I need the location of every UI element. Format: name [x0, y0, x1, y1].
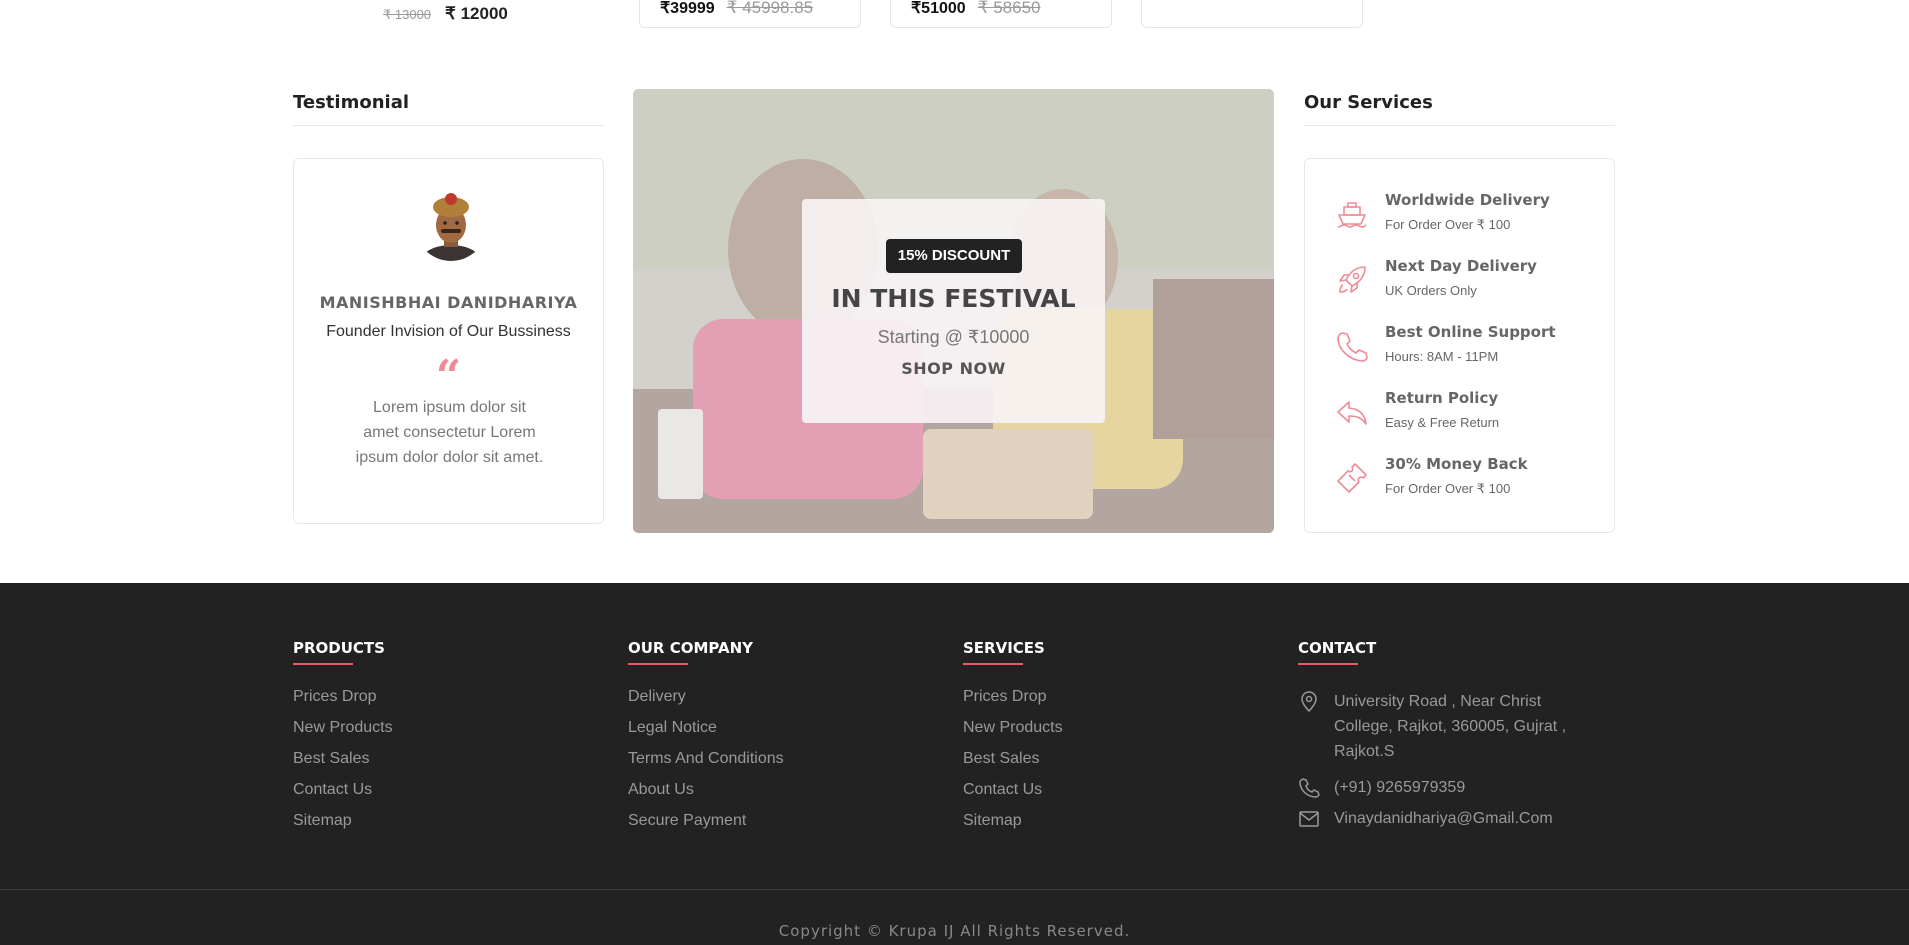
service-title: 30% Money Back: [1385, 455, 1528, 473]
footer-link-legal-notice[interactable]: Legal Notice: [628, 718, 784, 749]
location-pin-icon: [1298, 691, 1320, 713]
service-title: Return Policy: [1385, 389, 1499, 407]
ticket-icon: [1335, 461, 1369, 495]
new-price: ₹ 12000: [445, 4, 508, 23]
service-subtitle: Easy & Free Return: [1385, 415, 1500, 430]
testimonial-text: Lorem ipsum dolor sit amet consectetur L…: [355, 399, 544, 466]
service-title: Best Online Support: [1385, 323, 1556, 341]
service-item-online-support: Best Online Support Hours: 8AM - 11PM: [1335, 323, 1595, 373]
service-subtitle: Hours: 8AM - 11PM: [1385, 349, 1499, 364]
product-card-4[interactable]: [1141, 0, 1363, 28]
service-title: Worldwide Delivery: [1385, 191, 1550, 209]
old-price: ₹ 13000: [383, 7, 432, 22]
banner-subtitle: Starting @ ₹10000: [877, 327, 1030, 347]
title-underline: [963, 663, 1023, 665]
testimonial-divider: [293, 125, 604, 126]
footer-link-new-products[interactable]: New Products: [963, 718, 1063, 749]
services-heading: Our Services: [1304, 92, 1433, 113]
phone-icon: [1335, 329, 1369, 363]
quote-icon: “: [435, 351, 462, 402]
title-underline: [628, 663, 688, 665]
footer-link-delivery[interactable]: Delivery: [628, 687, 784, 718]
footer-services-links: Prices Drop New Products Best Sales Cont…: [963, 687, 1063, 842]
phone-icon: [1298, 777, 1320, 799]
title-underline: [1298, 663, 1358, 665]
testimonial-role: Founder Invision of Our Bussiness: [326, 323, 571, 340]
service-title: Next Day Delivery: [1385, 257, 1537, 275]
copyright-text: Copyright © Krupa IJ All Rights Reserved…: [778, 922, 1131, 940]
contact-address-text: University Road , Near Christ College, R…: [1334, 693, 1567, 760]
banner-title: IN THIS FESTIVAL: [831, 284, 1076, 313]
footer-services-title: SERVICES: [963, 639, 1045, 657]
footer-link-prices-drop[interactable]: Prices Drop: [963, 687, 1063, 718]
new-price: ₹51000: [911, 0, 966, 17]
footer-link-best-sales[interactable]: Best Sales: [963, 749, 1063, 780]
old-price: ₹ 58650: [977, 0, 1041, 17]
shop-now-link[interactable]: SHOP NOW: [802, 359, 1105, 378]
product-price-strip: ₹ 13000 ₹ 12000 ₹39999 ₹ 45998.85 ₹51000…: [0, 0, 1909, 30]
footer-contact-title: CONTACT: [1298, 639, 1377, 657]
festival-banner[interactable]: 15% DISCOUNT IN THIS FESTIVAL Starting @…: [633, 89, 1274, 533]
contact-phone-text: (+91) 9265979359: [1334, 779, 1466, 796]
title-underline: [293, 663, 353, 665]
service-item-next-day-delivery: Next Day Delivery UK Orders Only: [1335, 257, 1595, 307]
mail-icon: [1298, 808, 1320, 830]
service-subtitle: For Order Over ₹ 100: [1385, 217, 1511, 232]
contact-email-text: Vinaydanidhariya@Gmail.Com: [1334, 810, 1553, 827]
product-price-1: ₹ 13000 ₹ 12000: [383, 4, 508, 24]
testimonial-heading: Testimonial: [293, 92, 410, 113]
services-card: Worldwide Delivery For Order Over ₹ 100 …: [1304, 158, 1615, 533]
services-divider: [1304, 125, 1615, 126]
footer-link-contact-us[interactable]: Contact Us: [293, 780, 393, 811]
footer-company-column: OUR COMPANY Delivery Legal Notice Terms …: [628, 639, 784, 842]
footer-products-title: PRODUCTS: [293, 639, 385, 657]
footer-company-title: OUR COMPANY: [628, 639, 754, 657]
testimonial-name: MANISHBHAI DANIDHARIYA: [319, 293, 578, 312]
contact-address: University Road , Near Christ College, R…: [1298, 689, 1598, 764]
footer-link-best-sales[interactable]: Best Sales: [293, 749, 393, 780]
footer-products-column: PRODUCTS Prices Drop New Products Best S…: [293, 639, 393, 842]
site-footer: PRODUCTS Prices Drop New Products Best S…: [0, 583, 1909, 945]
new-price: ₹39999: [660, 0, 715, 17]
old-price: ₹ 45998.85: [726, 0, 814, 17]
rocket-icon: [1335, 263, 1369, 297]
testimonial-card: MANISHBHAI DANIDHARIYA Founder Invision …: [293, 158, 604, 524]
footer-company-links: Delivery Legal Notice Terms And Conditio…: [628, 687, 784, 842]
footer-link-about-us[interactable]: About Us: [628, 780, 784, 811]
page: ₹ 13000 ₹ 12000 ₹39999 ₹ 45998.85 ₹51000…: [0, 0, 1909, 945]
footer-divider: [0, 889, 1909, 890]
footer-link-secure-payment[interactable]: Secure Payment: [628, 811, 784, 842]
footer-link-sitemap[interactable]: Sitemap: [963, 811, 1063, 842]
footer-link-new-products[interactable]: New Products: [293, 718, 393, 749]
footer-link-sitemap[interactable]: Sitemap: [293, 811, 393, 842]
banner-promo-box: 15% DISCOUNT IN THIS FESTIVAL Starting @…: [802, 199, 1105, 423]
contact-email[interactable]: Vinaydanidhariya@Gmail.Com: [1298, 806, 1553, 831]
footer-products-links: Prices Drop New Products Best Sales Cont…: [293, 687, 393, 842]
return-arrow-icon: [1335, 395, 1369, 429]
avatar: [415, 189, 487, 261]
footer-link-terms[interactable]: Terms And Conditions: [628, 749, 784, 780]
service-item-worldwide-delivery: Worldwide Delivery For Order Over ₹ 100: [1335, 191, 1595, 241]
service-subtitle: UK Orders Only: [1385, 283, 1477, 298]
footer-contact-column: CONTACT University Road , Near Christ Co…: [1298, 639, 1598, 827]
product-card-3[interactable]: ₹51000 ₹ 58650: [890, 0, 1112, 28]
discount-badge: 15% DISCOUNT: [886, 239, 1022, 273]
footer-link-prices-drop[interactable]: Prices Drop: [293, 687, 393, 718]
service-subtitle: For Order Over ₹ 100: [1385, 481, 1511, 496]
ship-icon: [1335, 197, 1369, 231]
product-card-2[interactable]: ₹39999 ₹ 45998.85: [639, 0, 861, 28]
footer-link-contact-us[interactable]: Contact Us: [963, 780, 1063, 811]
footer-services-column: SERVICES Prices Drop New Products Best S…: [963, 639, 1063, 842]
contact-phone[interactable]: (+91) 9265979359: [1298, 775, 1465, 800]
service-item-money-back: 30% Money Back For Order Over ₹ 100: [1335, 455, 1595, 505]
service-item-return-policy: Return Policy Easy & Free Return: [1335, 389, 1595, 439]
